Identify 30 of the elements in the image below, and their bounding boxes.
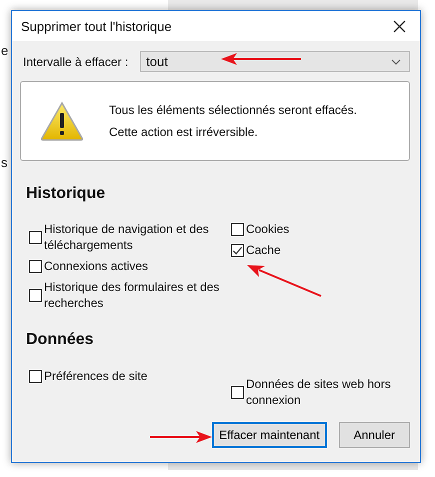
checkbox-option[interactable]: Cache — [230, 242, 410, 258]
checkbox-option[interactable]: Connexions actives — [29, 258, 231, 274]
checkmark-icon — [232, 244, 243, 256]
checkbox[interactable] — [230, 222, 244, 236]
checkbox-option[interactable]: Historique de navigation et des téléchargements — [29, 221, 231, 253]
chevron-icon — [391, 58, 401, 64]
cancel-button[interactable]: Annuler — [338, 422, 410, 448]
warning-text: Tous les éléments sélectionnés seront effacés. — [109, 103, 357, 117]
range-label: Intervalle à effacer : — [22, 54, 128, 68]
checkbox[interactable] — [230, 244, 244, 256]
checkbox-option[interactable]: Préférences de site — [29, 368, 231, 384]
checkbox-option[interactable]: Historique des formulaires et des recherches — [29, 279, 231, 311]
annotation-arrow — [150, 431, 212, 443]
warning-text: Cette action est irréversible. — [109, 125, 259, 139]
close-icon — [392, 20, 406, 32]
background-text: s — [1, 155, 8, 170]
range-dropdown[interactable]: tout — [140, 51, 410, 72]
checkbox[interactable] — [230, 386, 244, 398]
background-text: e — [1, 43, 8, 58]
checkbox-option[interactable]: Cookies — [230, 221, 410, 237]
checkbox[interactable] — [29, 230, 42, 244]
checkbox[interactable] — [29, 370, 42, 382]
window-title: Supprimer tout l'historique — [21, 18, 172, 34]
section-heading: Données — [26, 331, 95, 349]
checkbox[interactable] — [29, 260, 42, 272]
checkbox[interactable] — [29, 288, 42, 302]
section-heading: Historique — [26, 185, 106, 203]
clear-now-button[interactable]: Effacer maintenant — [212, 422, 327, 448]
checkbox-option[interactable]: Données de sites web hors connexion — [230, 376, 410, 408]
warning-icon — [40, 101, 84, 141]
